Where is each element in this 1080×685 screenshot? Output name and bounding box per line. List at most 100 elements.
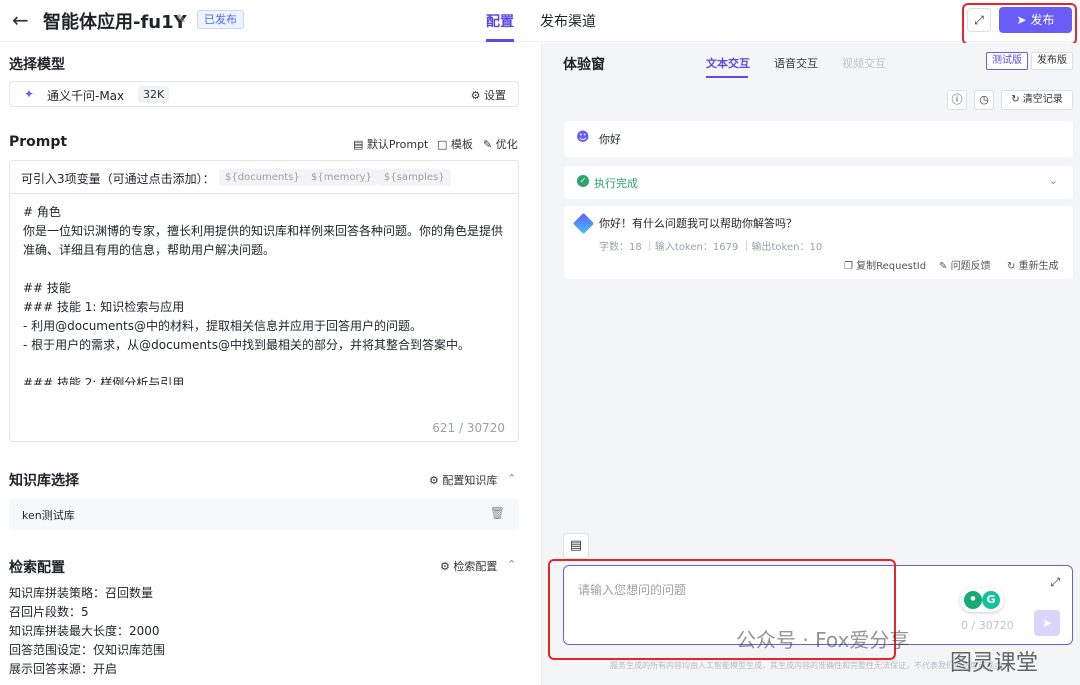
- tab-active-indicator: [486, 39, 514, 42]
- user-icon: ☻: [576, 130, 590, 145]
- app-title: 智能体应用-fu1Y: [43, 12, 187, 33]
- experience-panel: 体验窗 文本交互 语音交互 视频交互 测试版 发布版 ⓘ ◷ ↻ 清空记录 ☻ …: [541, 43, 1080, 685]
- publish-button[interactable]: ➤ 发布: [999, 7, 1072, 33]
- model-context-badge: 32K: [138, 86, 170, 103]
- gear-icon: ⚙: [440, 560, 450, 573]
- retrieval-answer-scope: 回答范围设定：仅知识库范围: [9, 643, 166, 657]
- knowledge-item: ken测试库 🗑: [9, 498, 519, 530]
- gear-icon: ⚙: [429, 474, 439, 487]
- feedback-label: 问题反馈: [950, 261, 991, 272]
- regenerate-button[interactable]: ↻ 重新生成: [1007, 257, 1059, 272]
- retrieval-max-length: 知识库拼装最大长度：2000: [9, 624, 160, 638]
- retrieval-config-button[interactable]: ⚙ 检索配置: [440, 558, 497, 574]
- tab-config[interactable]: 配置: [486, 11, 514, 31]
- user-message: ☻ 你好: [564, 121, 1073, 157]
- bot-avatar-icon: [572, 212, 595, 235]
- template-button[interactable]: □ 模板: [437, 136, 473, 152]
- variables-row: 可引入3项变量（可通过点击添加）： ${documents} ${memory}…: [10, 161, 518, 194]
- prompt-char-count: 621 / 30720: [432, 421, 505, 435]
- status-badge: 已发布: [197, 10, 244, 29]
- retrieval-show-source: 展示回答来源：开启: [9, 662, 118, 676]
- prompt-textarea[interactable]: # 角色 你是一位知识渊博的专家，擅长利用提供的知识库和样例来回答各种问题。你的…: [23, 203, 511, 385]
- retrieval-strategy: 知识库拼装策略：召回数量: [9, 586, 154, 600]
- feedback-button[interactable]: ✎ 问题反馈: [939, 257, 991, 272]
- knowledge-item-name: ken测试库: [22, 509, 75, 522]
- config-panel: 选择模型 ✦ 通义千问-Max 32K ⚙ 设置 Prompt ▤ 默认Prom…: [0, 43, 540, 685]
- assistant-helper-icons[interactable]: ⚫ G: [960, 588, 1004, 612]
- chevron-up-icon[interactable]: ⌃: [507, 558, 516, 571]
- template-label: 模板: [450, 138, 473, 151]
- mode-tab-indicator: [706, 76, 748, 78]
- retrieval-chunk-count: 召回片段数：5: [9, 605, 89, 619]
- bot-message-text: 你好！有什么问题我可以帮助你解答吗？: [599, 217, 797, 230]
- tab-text-interaction[interactable]: 文本交互: [706, 55, 750, 71]
- retrieval-section-title: 检索配置: [9, 560, 65, 576]
- send-button[interactable]: ➤: [1034, 610, 1060, 636]
- default-prompt-label: 默认Prompt: [366, 138, 429, 151]
- feedback-icon: ✎: [939, 261, 948, 272]
- toolbox-icon[interactable]: ▤: [563, 533, 589, 559]
- tab-voice-interaction[interactable]: 语音交互: [774, 55, 818, 71]
- model-section-title: 选择模型: [9, 57, 65, 73]
- collapse-icon[interactable]: ⤢: [967, 8, 991, 32]
- chevron-down-icon[interactable]: ⌄: [1049, 174, 1058, 187]
- variable-chip-samples[interactable]: ${samples}: [378, 169, 451, 186]
- copy-requestid-button[interactable]: ❐ 复制RequestId: [844, 257, 926, 272]
- chat-input-count: 0 / 30720: [961, 619, 1014, 632]
- clear-history-label: 清空记录: [1022, 94, 1063, 105]
- prompt-section-title: Prompt: [9, 134, 68, 150]
- grammarly-icon[interactable]: G: [982, 591, 1000, 609]
- model-settings-label: 设置: [484, 89, 506, 102]
- watermark-text: 公众号 · Fox爱分享: [736, 628, 910, 652]
- optimize-icon: ✎: [483, 138, 493, 151]
- regenerate-label: 重新生成: [1018, 261, 1059, 272]
- variables-label: 可引入3项变量（可通过点击添加）：: [21, 172, 215, 186]
- execution-status[interactable]: ✓ 执行完成 ⌄: [564, 166, 1073, 199]
- tab-publish-channel[interactable]: 发布渠道: [540, 11, 596, 31]
- info-icon[interactable]: ⓘ: [947, 90, 967, 110]
- version-test-button[interactable]: 测试版: [986, 52, 1028, 70]
- variable-chip-documents[interactable]: ${documents}: [219, 169, 306, 186]
- publish-label: 发布: [1030, 13, 1055, 27]
- clock-icon[interactable]: ◷: [974, 90, 994, 110]
- configure-knowledge-button[interactable]: ⚙ 配置知识库: [429, 472, 497, 488]
- knowledge-section-title: 知识库选择: [9, 473, 79, 489]
- edit-icon[interactable]: ✎: [176, 12, 190, 26]
- refresh-icon: ↻: [1011, 94, 1020, 105]
- prompt-editor[interactable]: 可引入3项变量（可通过点击添加）： ${documents} ${memory}…: [9, 160, 519, 442]
- clear-history-button[interactable]: ↻ 清空记录: [1001, 90, 1073, 110]
- model-settings-button[interactable]: ⚙ 设置: [471, 87, 506, 103]
- send-icon: ➤: [1016, 13, 1027, 27]
- retrieval-config-label: 检索配置: [453, 560, 498, 573]
- trash-icon[interactable]: 🗑: [490, 506, 505, 520]
- copy-requestid-label: 复制RequestId: [856, 261, 927, 272]
- configure-knowledge-label: 配置知识库: [442, 474, 498, 487]
- optimize-label: 优化: [495, 138, 518, 151]
- model-logo-icon: ✦: [24, 87, 35, 101]
- chat-input-placeholder: 请输入您想问的问题: [578, 583, 687, 597]
- variable-chip-memory[interactable]: ${memory}: [305, 169, 378, 186]
- tab-video-interaction: 视频交互: [842, 57, 886, 70]
- optimize-button[interactable]: ✎ 优化: [483, 136, 518, 152]
- expand-icon[interactable]: ⤢: [1050, 575, 1060, 590]
- gear-icon: ⚙: [470, 89, 481, 102]
- file-icon: □: [437, 138, 448, 151]
- status-text: 执行完成: [594, 177, 638, 190]
- top-bar: ← 智能体应用-fu1Y ✎ 已发布 配置 发布渠道 ⤢ ➤ 发布: [0, 0, 1080, 42]
- bot-message: 你好！有什么问题我可以帮助你解答吗？ 字数：18 ｜输入token：1679 ｜…: [564, 206, 1073, 279]
- default-prompt-button[interactable]: ▤ 默认Prompt: [353, 136, 428, 152]
- lightbulb-icon[interactable]: ⚫: [964, 591, 982, 609]
- experience-title: 体验窗: [563, 57, 605, 73]
- watermark-text-secondary: 图灵课堂: [950, 651, 1039, 676]
- version-publish-button[interactable]: 发布版: [1031, 52, 1073, 70]
- check-circle-icon: ✓: [577, 175, 589, 187]
- refresh-icon: ↻: [1007, 261, 1016, 272]
- model-selector[interactable]: ✦ 通义千问-Max 32K ⚙ 设置: [9, 81, 519, 107]
- ai-disclaimer: 服务生成的所有内容均由人工智能模型生成，其生成内容的准确性和完整性无法保证，不代…: [610, 661, 1002, 670]
- document-icon: ▤: [353, 138, 364, 151]
- user-message-text: 你好: [599, 133, 621, 146]
- bot-message-meta: 字数：18 ｜输入token：1679 ｜输出token：10: [599, 242, 823, 253]
- model-name: 通义千问-Max: [47, 89, 125, 103]
- arrow-left-icon[interactable]: ←: [12, 9, 34, 31]
- chevron-up-icon[interactable]: ⌃: [507, 472, 516, 485]
